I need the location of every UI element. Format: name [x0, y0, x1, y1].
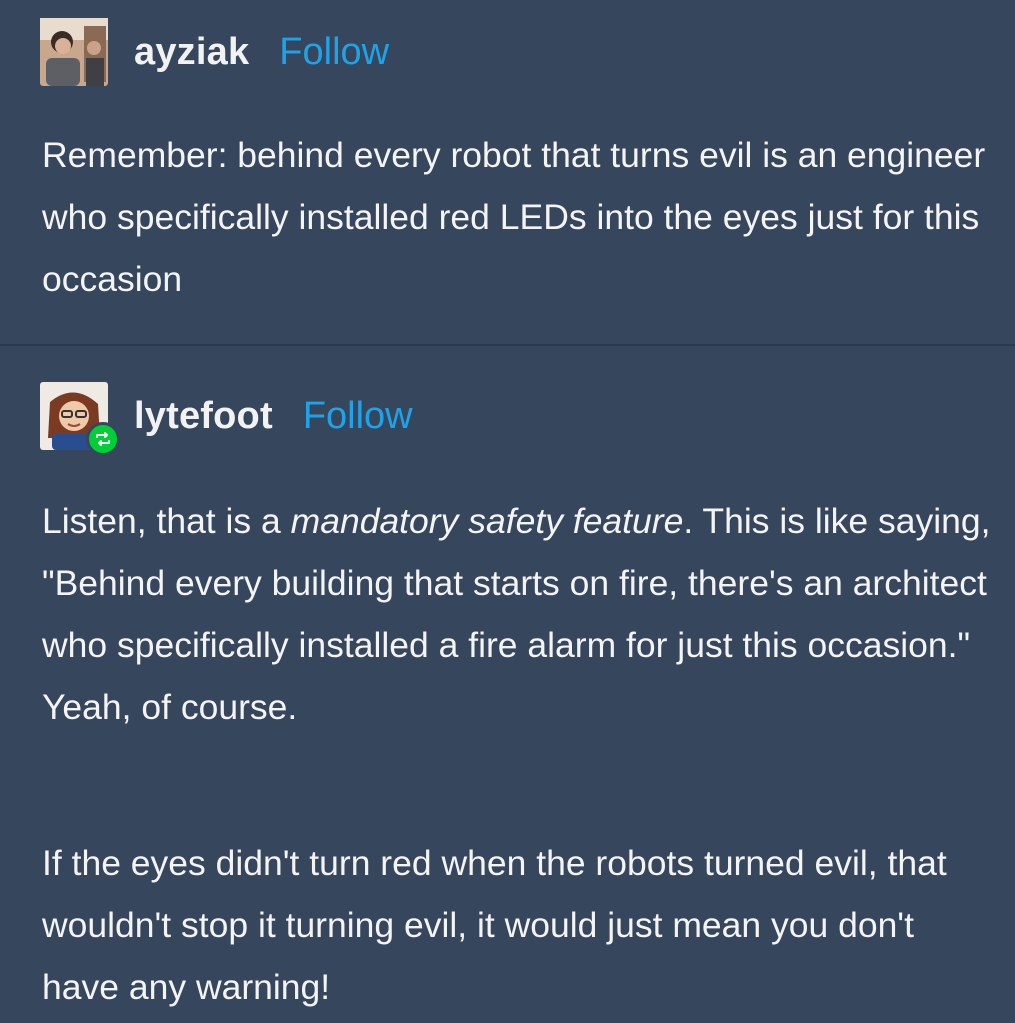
post-body-paragraph-1: Listen, that is a mandatory safety featu… [42, 490, 992, 738]
post-body-paragraph-2: If the eyes didn't turn red when the rob… [42, 843, 947, 1007]
avatar[interactable] [40, 382, 120, 456]
reblog-icon [86, 422, 120, 456]
username[interactable]: ayziak [134, 31, 249, 74]
post-header: ayziak Follow [40, 18, 389, 86]
text-segment: Listen, that is a [42, 501, 291, 541]
user-avatar-photo-icon [40, 18, 108, 86]
username[interactable]: lytefoot [134, 395, 273, 438]
avatar[interactable] [40, 18, 108, 86]
post-header: lytefoot Follow [40, 382, 413, 456]
follow-button[interactable]: Follow [279, 31, 389, 74]
post-body: Remember: behind every robot that turns … [42, 135, 986, 299]
post-lytefoot: lytefoot Follow Listen, that is a mandat… [0, 346, 1015, 1023]
post-ayziak: ayziak Follow Remember: behind every rob… [0, 0, 1015, 345]
emphasis-text: mandatory safety feature [290, 501, 684, 541]
follow-button[interactable]: Follow [303, 395, 413, 438]
